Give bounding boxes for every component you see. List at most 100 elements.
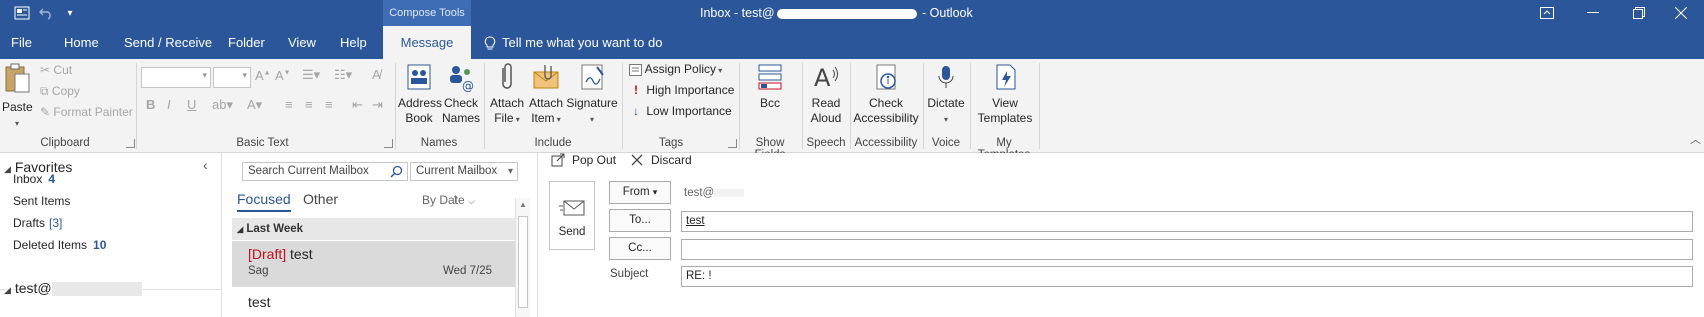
folder-inbox[interactable]: Inbox 4 (13, 172, 55, 186)
expand-arrow-icon: ◢ (4, 164, 11, 174)
to-button[interactable]: To... (609, 209, 671, 232)
check-names-button[interactable]: @ Check Names (441, 62, 481, 126)
search-scope-dropdown[interactable]: Current Mailbox (410, 162, 518, 181)
attach-file-button[interactable]: Attach File ▾ (488, 62, 526, 127)
list-item[interactable]: test (232, 289, 517, 317)
check-accessibility-button[interactable]: Check Accessibility (853, 62, 919, 126)
to-field[interactable]: test (681, 211, 1693, 232)
tab-help[interactable]: Help (340, 26, 367, 59)
tab-home[interactable]: Home (64, 26, 99, 59)
message-list-scrollbar[interactable]: ▲ (515, 198, 530, 317)
tab-view[interactable]: View (288, 26, 316, 59)
low-importance-button[interactable]: ↓ Low Importance (629, 104, 732, 118)
minimize-icon[interactable] (1570, 0, 1616, 26)
group-divider (802, 63, 803, 149)
pop-out-label: Pop Out (572, 153, 617, 167)
bullets-icon[interactable]: ☰▾ (302, 67, 320, 83)
templates-icon (996, 64, 1016, 90)
format-painter-button[interactable]: ✎ Format Painter (40, 105, 133, 119)
paste-button[interactable]: Paste ▾ (2, 62, 33, 131)
tab-message[interactable]: Message (383, 26, 471, 59)
dictate-button[interactable]: Dictate ▾ (926, 62, 966, 127)
address-book-button[interactable]: Address Book (398, 62, 442, 126)
discard-button[interactable]: Discard (630, 153, 692, 167)
from-button[interactable]: From ▾ (609, 181, 671, 204)
align-right-icon[interactable]: ≡ (325, 97, 333, 112)
cc-field[interactable] (681, 239, 1693, 260)
increase-indent-icon[interactable]: ⇥ (372, 97, 383, 113)
tab-file[interactable]: File (11, 26, 32, 59)
subject-field[interactable]: RE: ! (681, 266, 1693, 287)
window-title-prefix: Inbox - test@ (700, 6, 775, 20)
numbering-icon[interactable]: ☷▾ (334, 67, 352, 83)
ribbon-display-options-icon[interactable] (1524, 0, 1570, 26)
from-address: test@ (684, 187, 715, 199)
collapse-ribbon-icon[interactable]: ︿ (1690, 131, 1701, 147)
undo-icon[interactable] (34, 3, 58, 23)
attach-item-button[interactable]: Attach Item ▾ (527, 62, 565, 127)
group-label-voice: Voice (931, 137, 961, 149)
close-icon[interactable] (1658, 0, 1704, 26)
redacted-email (776, 8, 917, 19)
from-label: From (622, 186, 650, 198)
chevron-down-icon: ⌵ (468, 196, 475, 206)
tell-me-search[interactable]: Tell me what you want to do (484, 26, 662, 59)
contextual-tab-label: Compose Tools (383, 0, 471, 26)
underline-icon[interactable]: U (187, 97, 196, 112)
highlight-icon[interactable]: ab▾ (212, 97, 233, 113)
italic-icon[interactable]: I (167, 97, 171, 112)
font-color-icon[interactable]: A▾ (247, 97, 262, 113)
folder-label: Deleted Items (13, 238, 88, 252)
signature-button[interactable]: Signature ▾ (566, 62, 618, 127)
high-importance-label: High Importance (646, 83, 735, 97)
list-item[interactable]: [Draft] test Sag Wed 7/25 (232, 241, 517, 287)
folder-drafts[interactable]: Drafts [3] (13, 216, 62, 230)
view-templates-button[interactable]: View Templates (974, 62, 1036, 126)
restore-icon[interactable] (1616, 0, 1662, 26)
tab-folder[interactable]: Folder (228, 26, 265, 59)
collapse-pane-icon[interactable]: ‹ (203, 157, 208, 173)
send-button[interactable]: Send (549, 181, 595, 250)
align-center-icon[interactable]: ≡ (305, 97, 313, 112)
bold-icon[interactable]: B (146, 97, 155, 112)
clear-formatting-icon[interactable]: A̸ (372, 67, 381, 82)
customize-toolbar-icon[interactable]: ▾ (58, 3, 82, 23)
cut-button[interactable]: ✂ Cut (40, 63, 72, 77)
folder-deleted-items[interactable]: Deleted Items 10 (13, 238, 106, 252)
assign-policy-label: Assign Policy (644, 62, 717, 76)
shrink-font-icon[interactable]: A▼ (275, 68, 291, 83)
check-names-label-2: Names (441, 111, 480, 125)
sort-by-dropdown[interactable]: By Date ⌵ (422, 193, 475, 207)
scroll-thumb[interactable] (518, 216, 528, 308)
assign-policy-button[interactable]: Assign Policy ▾ (629, 62, 722, 76)
copy-button[interactable]: ⧉ Copy (40, 84, 80, 99)
account-header[interactable]: ◢ test@ (4, 280, 142, 297)
search-input[interactable]: Search Current Mailbox (242, 162, 408, 181)
scroll-up-icon[interactable]: ▲ (519, 200, 527, 209)
tab-send-receive[interactable]: Send / Receive (124, 26, 212, 59)
expand-arrow-icon: ◢ (237, 225, 244, 234)
chevron-down-icon: ▾ (652, 187, 658, 197)
decrease-indent-icon[interactable]: ⇤ (352, 97, 363, 113)
folder-sent-items[interactable]: Sent Items (13, 194, 70, 208)
read-aloud-button[interactable]: A Read Aloud (806, 62, 846, 126)
group-header[interactable]: ◢ Last Week (232, 218, 517, 240)
basic-text-launcher-icon[interactable] (384, 139, 393, 148)
cc-button[interactable]: Cc... (609, 237, 671, 260)
pop-out-button[interactable]: Pop Out (551, 153, 616, 167)
high-importance-button[interactable]: ! High Importance (629, 83, 734, 97)
tags-launcher-icon[interactable] (728, 139, 737, 148)
clipboard-launcher-icon[interactable] (126, 139, 135, 148)
search-icon[interactable] (390, 165, 403, 178)
tab-focused[interactable]: Focused (237, 191, 291, 212)
align-left-icon[interactable]: ≡ (285, 97, 293, 112)
tab-other[interactable]: Other (303, 191, 338, 207)
quick-access-icon[interactable] (10, 3, 34, 23)
check-accessibility-label-1: Check (868, 96, 903, 110)
grow-font-icon[interactable]: A▲ (255, 68, 271, 83)
sort-direction-icon[interactable]: ↑ (452, 190, 459, 206)
font-size-dropdown[interactable] (213, 67, 251, 88)
bcc-button[interactable]: Bcc (750, 62, 790, 111)
font-name-dropdown[interactable] (141, 67, 211, 88)
recipient-token[interactable]: test (686, 215, 705, 227)
